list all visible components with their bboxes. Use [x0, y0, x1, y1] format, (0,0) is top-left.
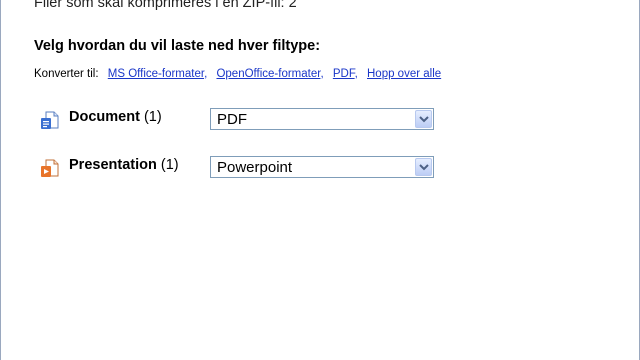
filetype-row-document: Document (1) PDF	[40, 107, 460, 131]
dropdown-button[interactable]	[415, 158, 432, 176]
dialog-frame: Filer som skal komprimeres i en ZIP-fil:…	[0, 0, 640, 360]
filetype-row-presentation: Presentation (1) Powerpoint	[40, 155, 460, 179]
link-separator: ,	[204, 68, 208, 80]
filetype-count: (1)	[143, 109, 162, 125]
convert-to-label: Konverter til:	[34, 68, 99, 80]
link-pdf[interactable]: PDF	[333, 68, 355, 80]
link-separator: ,	[354, 68, 358, 80]
download-format-heading: Velg hvordan du vil laste ned hver filty…	[34, 38, 321, 54]
filetype-name: Document	[69, 109, 140, 125]
select-value: PDF	[217, 111, 247, 128]
filetype-count: (1)	[160, 157, 179, 173]
filetype-name: Presentation	[69, 157, 157, 173]
chevron-down-icon	[419, 164, 429, 171]
document-icon	[40, 111, 60, 131]
presentation-format-select[interactable]: Powerpoint	[210, 156, 434, 178]
presentation-icon	[40, 159, 60, 179]
select-value: Powerpoint	[217, 159, 293, 176]
filetype-label-presentation: Presentation (1)	[69, 157, 179, 173]
link-ms-office-formats[interactable]: MS Office-formater	[108, 68, 204, 80]
link-separator: ,	[320, 68, 324, 80]
document-format-select[interactable]: PDF	[210, 108, 434, 130]
chevron-down-icon	[419, 116, 429, 123]
filetype-label-document: Document (1)	[69, 109, 162, 125]
files-count-text: Filer som skal komprimeres i en ZIP-fil:…	[34, 0, 297, 11]
dropdown-button[interactable]	[415, 110, 432, 128]
link-skip-all[interactable]: Hopp over alle	[367, 68, 441, 80]
convert-to-row: Konverter til: MS Office-formater, OpenO…	[34, 68, 441, 80]
link-openoffice-formats[interactable]: OpenOffice-formater	[216, 68, 320, 80]
